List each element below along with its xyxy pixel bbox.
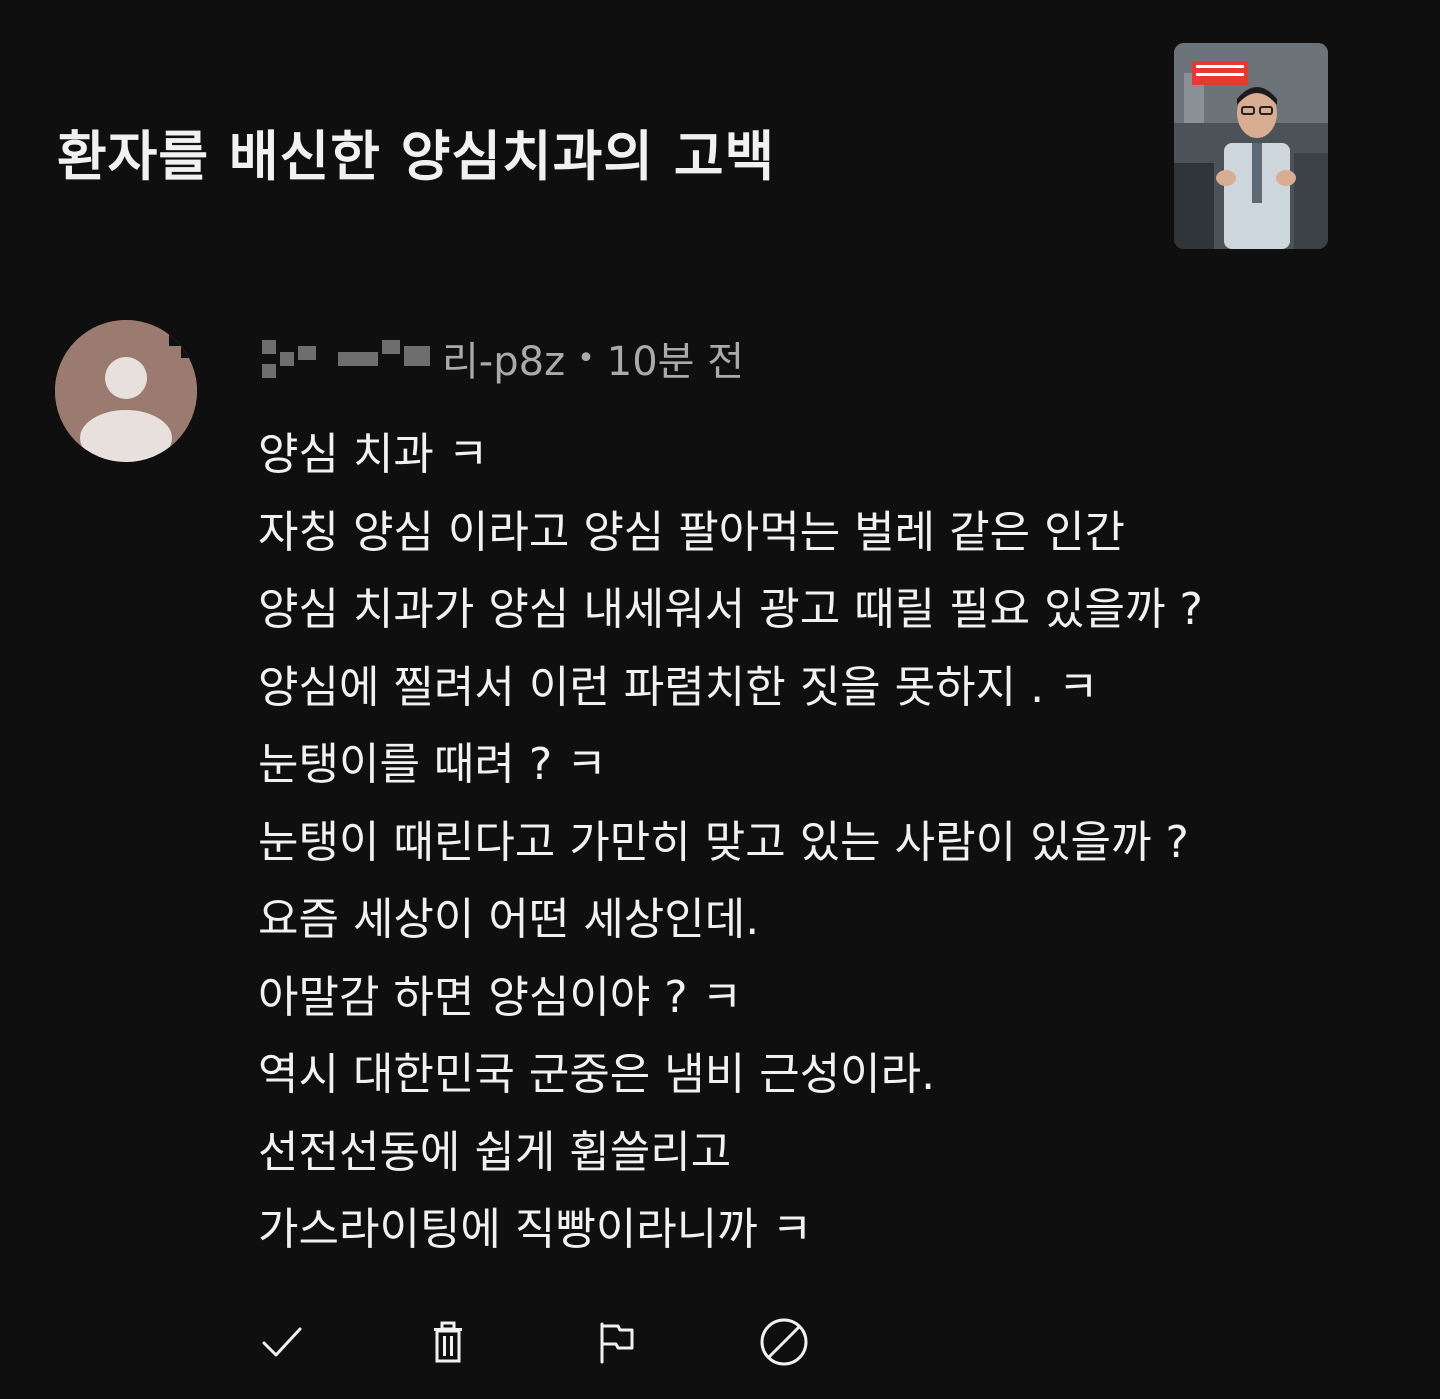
block-button[interactable] — [752, 1310, 816, 1374]
author-name-redacted[interactable] — [258, 330, 438, 386]
comment-line: 아말감 하면 양심이야 ? ㅋ — [258, 971, 743, 1023]
block-icon — [760, 1318, 808, 1366]
comment-line: 가스라이팅에 직빵이라니까 ㅋ — [258, 1204, 813, 1255]
report-button[interactable] — [584, 1310, 648, 1374]
comment-line: 요즘 세상이 어떤 세상인데. — [258, 894, 760, 945]
comment-line: 자칭 양심 이라고 양심 팔아먹는 벌레 같은 인간 — [258, 506, 1126, 558]
flag-icon — [600, 1322, 634, 1364]
meta-separator: • — [577, 340, 595, 376]
video-thumbnail[interactable] — [1174, 43, 1328, 249]
comment-line: 역시 대한민국 군중은 냄비 근성이라. — [258, 1049, 936, 1100]
default-avatar-icon — [55, 320, 197, 462]
comment-line: 눈탱이 때린다고 가만히 맞고 있는 사람이 있을까 ? — [258, 816, 1189, 868]
commenter-avatar[interactable] — [55, 320, 197, 462]
video-title[interactable]: 환자를 배신한 양심치과의 고백 — [57, 112, 775, 191]
comment-timestamp: 10분 전 — [606, 339, 744, 385]
comment-line: 눈탱이를 때려 ? ㅋ — [258, 739, 607, 790]
comment-line: 선전선동에 쉽게 휩쓸리고 — [258, 1126, 732, 1178]
check-icon — [262, 1327, 302, 1357]
delete-button[interactable] — [416, 1310, 480, 1374]
thumbnail-image — [1174, 43, 1328, 249]
approve-button[interactable] — [250, 1310, 314, 1374]
comment-line: 양심 치과 ㅋ — [258, 429, 489, 480]
comment-line: 양심에 찔려서 이런 파렴치한 짓을 못하지 . ㅋ — [258, 661, 1099, 713]
trash-icon — [434, 1321, 462, 1363]
author-name[interactable]: 리-p8z — [442, 329, 565, 387]
comment-text: 양심 치과 ㅋ 자칭 양심 이라고 양심 팔아먹는 벌레 같은 인간 양심 치과… — [258, 416, 1418, 1269]
comment-header: 리-p8z • 10분 전 — [258, 330, 744, 386]
comment-line: 양심 치과가 양심 내세워서 광고 때릴 필요 있을까 ? — [258, 584, 1203, 635]
